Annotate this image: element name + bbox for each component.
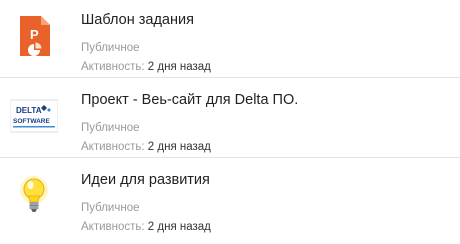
item-title[interactable]: Проект - Веь-сайт для Delta ПО. (81, 90, 298, 110)
activity-value: 2 дня назад (147, 221, 211, 233)
activity-info: Активность: 2 дня назад (81, 139, 298, 155)
presentation-logo-letter: P (30, 27, 39, 42)
activity-label: Активность: (81, 61, 145, 73)
delta-software-logo[interactable]: DELTA SOFTWARE (9, 92, 59, 140)
activity-info: Активность: 2 дня назад (81, 219, 211, 235)
activity-value: 2 дня назад (147, 141, 211, 153)
visibility-status: Публичное (81, 202, 140, 214)
project-list: P Шаблон задания Публичное Активность: 2… (0, 0, 460, 244)
logo-text-delta: DELTA (16, 106, 42, 115)
activity-value: 2 дня назад (147, 61, 211, 73)
activity-label: Активность: (81, 221, 145, 233)
item-title[interactable]: Шаблон задания (81, 10, 211, 30)
activity-label: Активность: (81, 141, 145, 153)
logo-text-software: SOFTWARE (13, 118, 50, 125)
presentation-file-icon[interactable]: P (10, 12, 58, 60)
lightbulb-icon[interactable] (10, 172, 58, 220)
visibility-status: Публичное (81, 122, 140, 134)
list-item[interactable]: P Шаблон задания Публичное Активность: 2… (0, 0, 460, 78)
visibility-status: Публичное (81, 42, 140, 54)
activity-info: Активность: 2 дня назад (81, 59, 211, 75)
list-item[interactable]: Идеи для развития Публичное Активность: … (0, 160, 460, 244)
list-item[interactable]: DELTA SOFTWARE Проект - Веь-сайт для Del… (0, 80, 460, 158)
item-title[interactable]: Идеи для развития (81, 170, 211, 190)
